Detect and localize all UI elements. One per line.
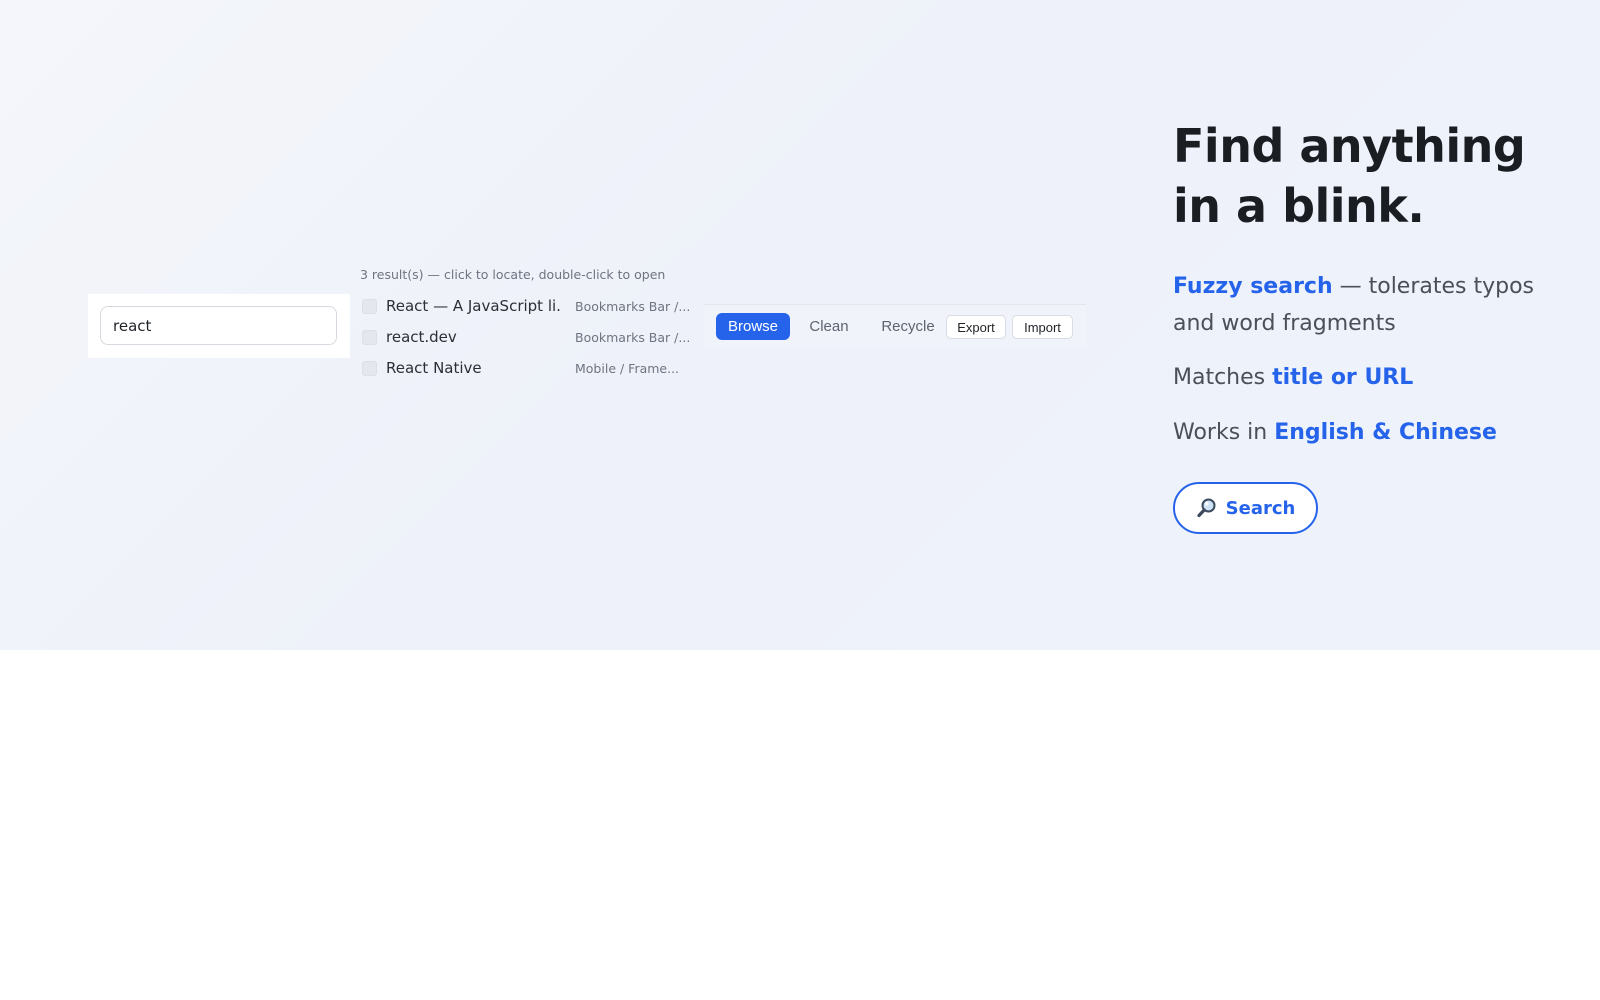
clean-button[interactable]: Clean — [804, 313, 854, 340]
toolbar: Browse Clean Recycle Export Import — [704, 304, 1086, 348]
result-checkbox[interactable] — [362, 298, 377, 314]
result-title: React — A JavaScript li... — [386, 297, 562, 315]
result-item[interactable]: React — A JavaScript li... Bookmarks Bar… — [362, 292, 692, 320]
hero-headline: Find anything in a blink. — [1173, 116, 1573, 236]
search-input[interactable] — [100, 306, 337, 345]
search-panel — [88, 294, 350, 358]
result-path: Bookmarks Bar /... — [575, 298, 691, 314]
result-checkbox[interactable] — [362, 329, 377, 345]
search-cta-label: Search — [1225, 497, 1296, 519]
headline-line2: in a blink. — [1173, 179, 1425, 233]
export-button[interactable]: Export — [946, 315, 1006, 339]
recycle-button[interactable]: Recycle — [876, 313, 940, 340]
feature-highlight: English & Chinese — [1274, 420, 1497, 445]
browse-button[interactable]: Browse — [716, 313, 790, 340]
result-item[interactable]: React Native Mobile / Frame... — [362, 354, 692, 382]
result-checkbox[interactable] — [362, 360, 377, 376]
result-path: Bookmarks Bar /... — [575, 329, 691, 345]
feature-title-url: Matches title or URL — [1173, 359, 1573, 396]
headline-line1: Find anything — [1173, 119, 1526, 173]
feature-highlight: title or URL — [1272, 365, 1414, 390]
feature-languages: Works in English & Chinese — [1173, 414, 1573, 451]
result-title: react.dev — [386, 328, 457, 346]
search-cta-button[interactable]: Search — [1173, 482, 1318, 534]
feature-text: Matches — [1173, 365, 1273, 390]
feature-fuzzy-search: Fuzzy search — tolerates typos and word … — [1173, 268, 1573, 342]
magnifier-icon — [1196, 497, 1218, 519]
result-path: Mobile / Frame... — [575, 360, 680, 376]
import-button[interactable]: Import — [1012, 315, 1073, 339]
result-item[interactable]: react.dev Bookmarks Bar /... — [362, 323, 692, 351]
feature-text: Works in — [1173, 420, 1275, 445]
results-summary: 3 result(s) — click to locate, double-cl… — [360, 267, 666, 282]
result-title: React Native — [386, 359, 482, 377]
feature-highlight: Fuzzy search — [1173, 274, 1333, 299]
